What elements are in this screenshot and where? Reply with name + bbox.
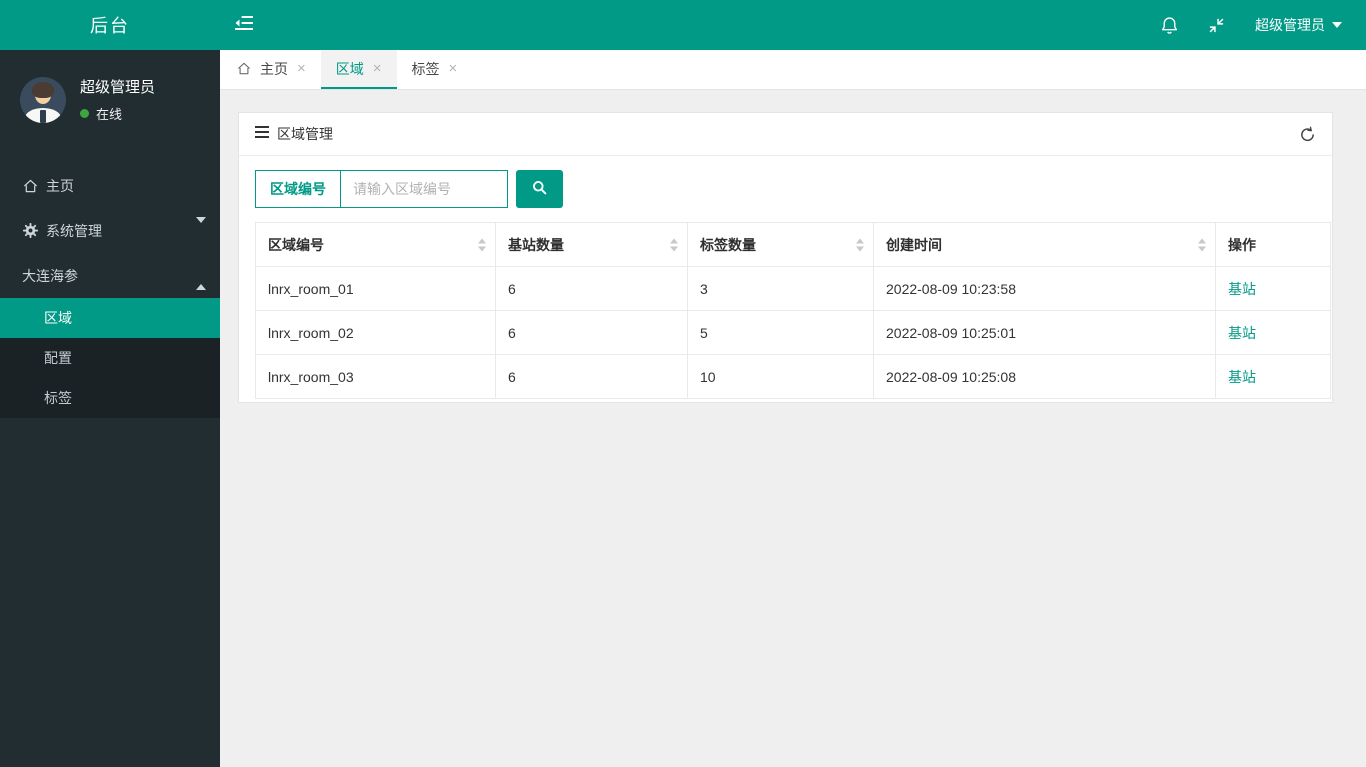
panel-title: 区域管理: [277, 126, 333, 142]
sidebar-user-status: 在线: [80, 104, 155, 123]
sidebar-item-label: 区域: [44, 310, 72, 326]
table-row: lnrx_room_03 6 10 2022-08-09 10:25:08 基站: [255, 354, 1331, 399]
cell-stations: 6: [495, 266, 688, 311]
table-row: lnrx_room_01 6 3 2022-08-09 10:23:58 基站: [255, 266, 1331, 311]
sidebar-item-label: 标签: [44, 390, 72, 406]
cell-area-id: lnrx_room_01: [255, 266, 496, 311]
tabbar: 主页 × 区域 × 标签 ×: [220, 50, 1366, 90]
sidebar-item-config[interactable]: 配置: [0, 338, 220, 378]
cell-tags: 10: [687, 354, 874, 399]
close-icon[interactable]: ×: [449, 61, 458, 76]
tab-label: 区域: [335, 60, 364, 77]
close-icon[interactable]: ×: [373, 61, 382, 76]
search-row: 区域编号: [255, 170, 1316, 208]
sort-icon[interactable]: [1198, 238, 1206, 251]
avatar: [20, 76, 66, 123]
base-station-link[interactable]: 基站: [1228, 281, 1256, 297]
sidebar-menu: 主页 系统管理 大连海参 区域 配置 标签: [0, 163, 220, 418]
cell-created: 2022-08-09 10:25:01: [873, 310, 1216, 355]
table-row: lnrx_room_02 6 5 2022-08-09 10:25:01 基站: [255, 310, 1331, 355]
refresh-icon[interactable]: [1299, 126, 1316, 143]
base-station-link[interactable]: 基站: [1228, 369, 1256, 385]
sidebar-item-home[interactable]: 主页: [0, 163, 220, 208]
tab-label: 主页: [260, 60, 288, 77]
cell-created: 2022-08-09 10:23:58: [873, 266, 1216, 311]
fullscreen-compress-icon[interactable]: [1208, 17, 1225, 34]
menu-fold-icon: [235, 15, 253, 35]
tab-area[interactable]: 区域 ×: [320, 50, 397, 89]
column-header-tags[interactable]: 标签数量: [687, 222, 874, 267]
table-header-row: 区域编号 基站数量 标签数量 创建时间 操作: [255, 222, 1331, 267]
column-header-stations[interactable]: 基站数量: [495, 222, 688, 267]
sidebar-item-label: 主页: [46, 177, 74, 194]
app-logo: 后台: [90, 16, 130, 36]
sidebar-user-name: 超级管理员: [80, 79, 156, 96]
sidebar-item-system-management[interactable]: 系统管理: [0, 208, 220, 253]
sidebar-item-label: 配置: [44, 350, 72, 366]
tab-label: 标签: [411, 60, 440, 77]
search-input[interactable]: [341, 171, 507, 207]
sidebar-toggle-button[interactable]: [235, 15, 253, 35]
cell-stations: 6: [495, 354, 688, 399]
topbar: 后台 超级管理员: [0, 0, 1366, 50]
online-status-dot: [80, 109, 89, 118]
sidebar-item-label: 大连海参: [22, 267, 78, 284]
cell-tags: 5: [687, 310, 874, 355]
list-icon: [255, 125, 269, 143]
base-station-link[interactable]: 基站: [1228, 325, 1256, 341]
main-content: 区域管理 区域编号 请输入区域编号 区域编号 基站数量 标签数量 创建时间 操作…: [220, 90, 1366, 767]
topbar-right-group: 超级管理员: [1161, 15, 1366, 35]
sidebar-submenu: 区域 配置 标签: [0, 298, 220, 418]
notifications-bell-icon[interactable]: [1161, 16, 1178, 35]
cell-area-id: lnrx_room_03: [255, 354, 496, 399]
close-icon[interactable]: ×: [297, 61, 306, 76]
home-icon: [22, 179, 38, 193]
column-header-actions: 操作: [1215, 222, 1331, 267]
sidebar-user-panel: 超级管理员 在线: [0, 50, 220, 149]
online-status-label: 在线: [96, 107, 123, 122]
area-management-panel: 区域管理 区域编号 请输入区域编号 区域编号 基站数量 标签数量 创建时间 操作…: [238, 112, 1333, 403]
sidebar-item-dalian-haishen[interactable]: 大连海参: [0, 253, 220, 298]
home-icon: [237, 62, 251, 75]
cell-created: 2022-08-09 10:25:08: [873, 354, 1216, 399]
panel-body: 区域编号 请输入区域编号 区域编号 基站数量 标签数量 创建时间 操作 lnrx…: [239, 156, 1332, 402]
sidebar-item-tags[interactable]: 标签: [0, 378, 220, 418]
tab-home[interactable]: 主页 ×: [222, 50, 321, 89]
panel-header: 区域管理: [239, 113, 1332, 156]
sidebar-item-label: 系统管理: [46, 222, 102, 239]
sidebar-item-area[interactable]: 区域: [0, 298, 220, 338]
chevron-down-icon: [196, 216, 206, 239]
cell-stations: 6: [495, 310, 688, 355]
search-icon: [532, 180, 547, 198]
caret-down-icon: [1332, 22, 1342, 28]
user-dropdown-label: 超级管理员: [1255, 17, 1325, 33]
cell-area-id: lnrx_room_02: [255, 310, 496, 355]
search-button[interactable]: [516, 170, 563, 208]
user-dropdown[interactable]: 超级管理员: [1255, 15, 1342, 35]
cell-tags: 3: [687, 266, 874, 311]
chevron-up-icon: [196, 267, 206, 290]
gear-icon: [22, 223, 38, 238]
sort-icon[interactable]: [856, 238, 864, 251]
area-table: 区域编号 基站数量 标签数量 创建时间 操作 lnrx_room_01 6 3 …: [255, 222, 1331, 399]
search-input-group: 区域编号: [255, 170, 508, 208]
column-header-created[interactable]: 创建时间: [873, 222, 1216, 267]
sort-icon[interactable]: [670, 238, 678, 251]
search-field-label: 区域编号: [256, 171, 341, 207]
tab-tags[interactable]: 标签 ×: [397, 50, 473, 89]
column-header-area-id[interactable]: 区域编号: [255, 222, 496, 267]
sidebar: 超级管理员 在线 主页 系统管理 大连海参 区域 配置 标签: [0, 50, 220, 767]
sort-icon[interactable]: [478, 238, 486, 251]
